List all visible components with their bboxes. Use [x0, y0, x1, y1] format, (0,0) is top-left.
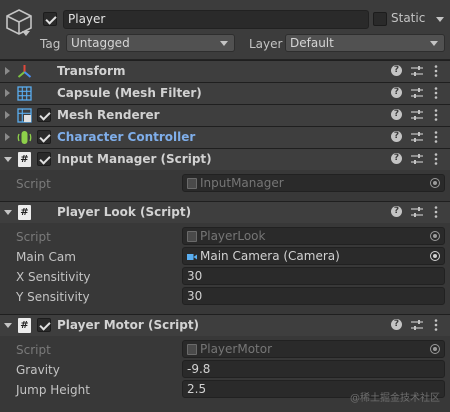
character-controller-icon — [17, 131, 32, 144]
object-picker-icon[interactable] — [430, 344, 440, 354]
fold-arrow[interactable] — [4, 210, 12, 215]
csharp-script-icon: # — [18, 318, 31, 333]
static-checkbox[interactable] — [373, 12, 387, 26]
watermark: @稀土掘金技术社区 — [350, 393, 440, 404]
fold-arrow[interactable] — [5, 67, 10, 75]
x-sensitivity-field[interactable]: 30 — [182, 267, 445, 285]
mesh-grid-icon — [17, 86, 32, 101]
layer-value: Default — [290, 36, 334, 50]
component-enabled-checkbox[interactable] — [37, 152, 51, 166]
component-title: Player Look (Script) — [57, 205, 192, 219]
presets-icon[interactable] — [411, 109, 423, 121]
script-label: Script — [16, 343, 51, 357]
kebab-menu-icon[interactable] — [434, 206, 438, 218]
kebab-menu-icon[interactable] — [434, 87, 438, 99]
camera-icon — [187, 254, 197, 260]
main-cam-value: Main Camera (Camera) — [200, 249, 340, 263]
component-input-manager[interactable]: # Input Manager (Script) ? — [0, 148, 450, 170]
presets-icon[interactable] — [411, 319, 423, 331]
help-icon[interactable]: ? — [391, 206, 402, 217]
gravity-label[interactable]: Gravity — [16, 363, 60, 377]
script-label: Script — [16, 177, 51, 191]
tag-label: Tag — [40, 37, 61, 51]
y-sensitivity-field[interactable]: 30 — [182, 287, 445, 305]
fold-arrow[interactable] — [5, 111, 10, 119]
kebab-menu-icon[interactable] — [434, 153, 438, 165]
tag-dropdown[interactable]: Untagged — [66, 34, 235, 52]
csharp-script-icon: # — [18, 152, 31, 167]
presets-icon[interactable] — [411, 153, 423, 165]
component-title[interactable]: Character Controller — [57, 130, 195, 144]
script-label: Script — [16, 230, 51, 244]
fold-arrow[interactable] — [4, 323, 12, 328]
component-mesh-filter[interactable]: Capsule (Mesh Filter) ? — [0, 82, 450, 104]
gameobject-name-field[interactable]: Player — [63, 10, 369, 29]
layer-label: Layer — [249, 37, 283, 51]
presets-icon[interactable] — [411, 87, 423, 99]
object-picker-icon[interactable] — [430, 178, 440, 188]
script-field[interactable]: PlayerLook — [182, 227, 445, 245]
script-value: PlayerLook — [200, 229, 266, 243]
tag-value: Untagged — [71, 36, 130, 50]
transform-axes-icon — [17, 65, 32, 78]
component-character-controller[interactable]: Character Controller ? — [0, 126, 450, 148]
main-cam-field[interactable]: Main Camera (Camera) — [182, 247, 445, 265]
y-sensitivity-label[interactable]: Y Sensitivity — [16, 290, 90, 304]
component-mesh-renderer[interactable]: Mesh Renderer ? — [0, 104, 450, 126]
component-enabled-checkbox[interactable] — [37, 130, 51, 144]
script-asset-icon — [187, 178, 197, 189]
presets-icon[interactable] — [411, 65, 423, 77]
icon-dropdown-arrow[interactable] — [22, 31, 30, 36]
kebab-menu-icon[interactable] — [434, 65, 438, 77]
presets-icon[interactable] — [411, 131, 423, 143]
main-cam-label: Main Cam — [16, 250, 76, 264]
kebab-menu-icon[interactable] — [434, 109, 438, 121]
component-enabled-checkbox[interactable] — [37, 108, 51, 122]
static-label: Static — [391, 11, 426, 25]
fold-arrow[interactable] — [4, 157, 12, 162]
help-icon[interactable]: ? — [391, 109, 402, 120]
component-title: Player Motor (Script) — [57, 318, 200, 332]
chevron-down-icon — [430, 41, 438, 46]
component-player-motor[interactable]: # Player Motor (Script) ? — [0, 314, 450, 336]
gravity-field[interactable]: -9.8 — [182, 360, 445, 378]
component-transform[interactable]: Transform ? — [0, 60, 450, 82]
component-player-look[interactable]: # Player Look (Script) ? — [0, 201, 450, 223]
component-title: Mesh Renderer — [57, 108, 160, 122]
object-picker-icon[interactable] — [430, 231, 440, 241]
chevron-down-icon — [220, 41, 228, 46]
script-field[interactable]: PlayerMotor — [182, 340, 445, 358]
component-title: Transform — [57, 64, 126, 78]
help-icon[interactable]: ? — [391, 319, 402, 330]
presets-icon[interactable] — [411, 206, 423, 218]
fold-arrow[interactable] — [5, 133, 10, 141]
script-value: PlayerMotor — [200, 342, 273, 356]
script-value: InputManager — [200, 176, 284, 190]
csharp-script-icon: # — [18, 205, 31, 220]
x-sensitivity-label[interactable]: X Sensitivity — [16, 270, 91, 284]
script-field[interactable]: InputManager — [182, 174, 445, 192]
help-icon[interactable]: ? — [391, 131, 402, 142]
kebab-menu-icon[interactable] — [434, 319, 438, 331]
component-title: Input Manager (Script) — [57, 152, 212, 166]
component-enabled-checkbox[interactable] — [37, 318, 51, 332]
gameobject-active-checkbox[interactable] — [43, 12, 57, 26]
object-picker-icon[interactable] — [430, 251, 440, 261]
static-dropdown-arrow[interactable] — [436, 17, 444, 22]
script-asset-icon — [187, 231, 197, 242]
kebab-menu-icon[interactable] — [434, 131, 438, 143]
component-title: Capsule (Mesh Filter) — [57, 86, 202, 100]
help-icon[interactable]: ? — [391, 153, 402, 164]
help-icon[interactable]: ? — [391, 65, 402, 76]
mesh-renderer-icon — [17, 108, 32, 123]
script-asset-icon — [187, 344, 197, 355]
layer-dropdown[interactable]: Default — [285, 34, 445, 52]
help-icon[interactable]: ? — [391, 87, 402, 98]
inspector-header: Player Static Tag Untagged Layer Default — [0, 0, 450, 60]
fold-arrow[interactable] — [5, 89, 10, 97]
jump-height-label[interactable]: Jump Height — [16, 383, 90, 397]
